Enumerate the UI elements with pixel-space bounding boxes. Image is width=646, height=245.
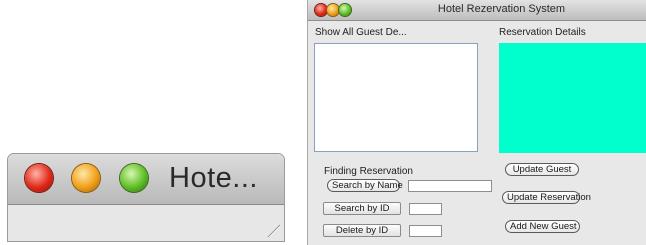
- collapsed-window-body: [8, 205, 284, 241]
- minimize-icon[interactable]: [72, 164, 100, 192]
- search-by-name-button[interactable]: Search by Name: [327, 179, 403, 192]
- guest-list-header: Show All Guest De...: [315, 27, 407, 38]
- window-title: Hotel Rezervation System: [437, 3, 566, 15]
- zoom-icon[interactable]: [120, 164, 148, 192]
- delete-by-id-button[interactable]: Delete by ID: [323, 224, 401, 237]
- update-guest-button[interactable]: Update Guest: [505, 163, 579, 176]
- delete-id-input[interactable]: [409, 225, 442, 237]
- add-new-guest-button[interactable]: Add New Guest: [505, 220, 580, 233]
- collapsed-window-titlebar[interactable]: Hote...: [8, 154, 284, 205]
- reservation-details-header: Reservation Details: [499, 27, 586, 38]
- collapsed-window: Hote...: [8, 154, 284, 241]
- update-reservation-button[interactable]: Update Reservation: [502, 191, 591, 204]
- finding-reservation-title: Finding Reservation: [324, 166, 413, 177]
- reservation-details-panel: [499, 43, 646, 153]
- search-name-input[interactable]: [408, 180, 492, 192]
- search-id-input[interactable]: [409, 203, 442, 215]
- hotel-window: Hotel Rezervation System Show All Guest …: [307, 0, 646, 245]
- collapsed-window-title: Hote...: [169, 162, 258, 194]
- search-by-id-button[interactable]: Search by ID: [323, 202, 401, 215]
- window-titlebar[interactable]: Hotel Rezervation System: [308, 0, 646, 21]
- resize-grip-icon[interactable]: [258, 215, 280, 237]
- close-icon[interactable]: [25, 164, 53, 192]
- guest-list[interactable]: [314, 43, 478, 152]
